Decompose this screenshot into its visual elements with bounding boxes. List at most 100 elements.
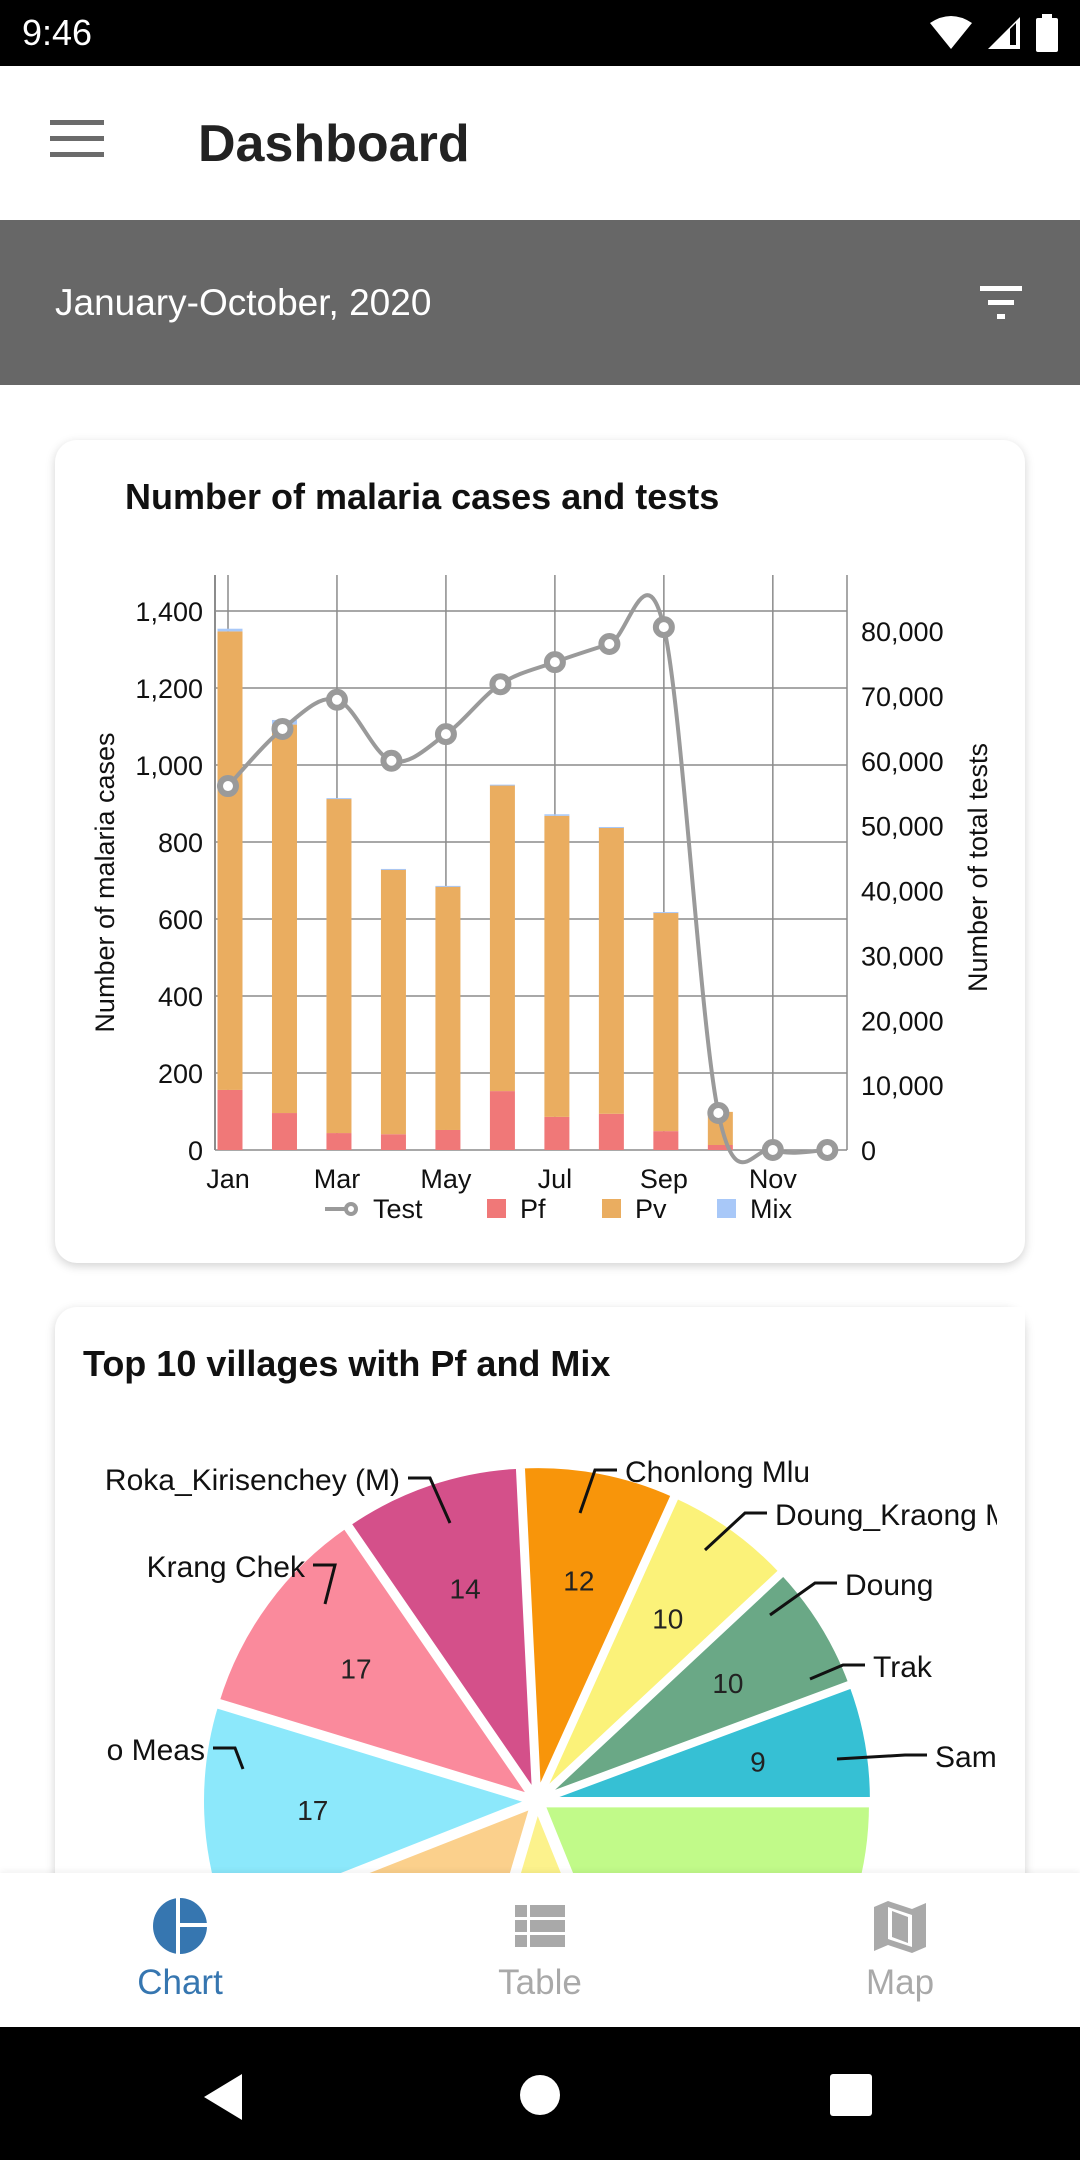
pie-slice-value: 10: [712, 1668, 743, 1699]
y-tick-label: 600: [158, 905, 203, 935]
y2-tick-label: 0: [861, 1136, 876, 1166]
test-point-may: [434, 723, 457, 746]
bar-pv-mar: [326, 798, 352, 1134]
bar-pv-aug: [598, 827, 624, 1114]
legend-pv-label: Pv: [635, 1194, 667, 1224]
cases-tests-chart: 0 200 400 600 800 1,000 1,200 1,400 0 10,000 20,00…: [90, 575, 993, 1224]
pie-slice-value: 17: [297, 1795, 328, 1826]
bar-pv-may: [435, 886, 461, 1130]
bar-pf-jan: [217, 1089, 243, 1150]
bar-pf-apr: [380, 1134, 406, 1150]
bar-mix-sep: [653, 912, 679, 914]
y2-tick-label: 70,000: [861, 682, 944, 712]
pie-slice-label: Roka_Kirisenchey (M): [105, 1464, 400, 1497]
nav-tab-table[interactable]: Table: [360, 1873, 720, 2027]
page-title: Dashboard: [198, 115, 470, 173]
y-tick-label: 200: [158, 1059, 203, 1089]
app-bar: Dashboard: [0, 66, 1080, 220]
top-villages-pie-chart: 9Samrac10Trak10Doung12Doung_Kraong M14Ch…: [105, 1307, 1025, 1907]
test-point-aug: [598, 632, 621, 655]
y2-axis-label: Number of total tests: [963, 743, 993, 992]
y2-tick-label: 50,000: [861, 812, 944, 842]
bar-mix-jun: [489, 784, 515, 786]
wifi-icon: [930, 16, 972, 49]
battery-icon: [1036, 14, 1058, 52]
x-tick-label: Mar: [314, 1164, 361, 1194]
status-icons: [930, 14, 1058, 52]
bar-pv-jun: [489, 785, 515, 1092]
test-point-jul: [543, 651, 566, 674]
bar-mix-may: [435, 885, 461, 887]
test-line: [226, 593, 828, 1165]
legend-test-marker: [344, 1202, 358, 1216]
y-tick-label: 1,000: [135, 751, 203, 781]
nav-label-chart: Chart: [137, 1963, 223, 2002]
home-icon[interactable]: [519, 2074, 561, 2116]
test-point-mar: [325, 688, 348, 711]
top-villages-card: Top 10 villages with Pf and Mix 9Samrac1…: [55, 1307, 1025, 1907]
x-tick-label: May: [420, 1164, 472, 1194]
system-navigation-bar: [0, 2027, 1080, 2160]
status-bar: 9:46: [0, 0, 1080, 66]
test-point-nov: [761, 1139, 784, 1161]
pie-slice-label: o Meas: [107, 1734, 205, 1767]
x-tick-label: Jul: [538, 1164, 573, 1194]
test-point-oct: [707, 1102, 730, 1125]
legend-mix-label: Mix: [750, 1194, 792, 1224]
legend-pv-swatch: [602, 1199, 621, 1218]
y2-tick-label: 20,000: [861, 1006, 944, 1036]
y-tick-label: 800: [158, 828, 203, 858]
y2-tick-label: 80,000: [861, 617, 944, 647]
y-axis-label: Number of malaria cases: [90, 732, 120, 1032]
x-tick-label: Jan: [206, 1164, 250, 1194]
bar-mix-mar: [326, 798, 352, 800]
cases-tests-card: Number of malaria cases and tests 0 200 40…: [55, 440, 1025, 1263]
y2-tick-label: 10,000: [861, 1071, 944, 1101]
card-edge: [997, 1307, 1025, 1907]
y-tick-label: 400: [158, 982, 203, 1012]
bar-pf-aug: [598, 1113, 624, 1150]
nav-tab-chart[interactable]: Chart: [0, 1873, 360, 2027]
test-point-jan: [217, 775, 239, 798]
pie-slice-label: Chonlong Mlu: [625, 1456, 810, 1489]
test-point-feb: [271, 717, 294, 740]
pie-slice-value: 17: [340, 1653, 371, 1684]
nav-label-map: Map: [865, 1963, 935, 2002]
pie-slice-value: 9: [750, 1746, 766, 1777]
bar-pf-jul: [544, 1116, 570, 1150]
x-tick-label: Nov: [749, 1164, 798, 1194]
bar-pv-apr: [380, 869, 406, 1135]
pie-chart-icon: [153, 1897, 208, 1955]
filter-icon[interactable]: [980, 286, 1022, 320]
status-time: 9:46: [22, 12, 93, 53]
pie-slice-value: 14: [450, 1573, 481, 1604]
legend-mix-swatch: [717, 1199, 736, 1218]
bar-pv-jul: [544, 815, 570, 1117]
pie-slice-label: Krang Chek: [147, 1551, 306, 1584]
back-icon[interactable]: [204, 2074, 246, 2120]
y-tick-label: 0: [188, 1136, 203, 1166]
bar-pf-sep: [653, 1131, 679, 1150]
bar-mix-apr: [380, 868, 406, 870]
pie-slice-label: Trak: [873, 1651, 933, 1684]
pie-slice-value: 10: [652, 1604, 683, 1635]
signal-icon: [988, 17, 1020, 49]
bar-pf-may: [435, 1129, 461, 1150]
y-tick-label: 1,400: [135, 597, 203, 627]
date-range-bar: January-October, 2020: [0, 220, 1080, 385]
map-icon: [874, 1901, 926, 1953]
bottom-navigation: Chart Table Map: [0, 1873, 1080, 2027]
bar-mix-jan: [217, 628, 243, 632]
legend-pf-swatch: [487, 1199, 506, 1218]
test-point-jun: [489, 673, 512, 696]
recents-icon[interactable]: [830, 2074, 872, 2116]
legend-pf-label: Pf: [520, 1194, 546, 1224]
x-tick-label: Sep: [640, 1164, 688, 1194]
bar-pv-jan: [217, 631, 243, 1090]
bar-mix-jul: [544, 814, 570, 816]
test-point-dec: [816, 1139, 839, 1161]
pie-slice-label: Doung_Kraong M: [775, 1499, 1010, 1532]
test-point-sep: [652, 616, 675, 639]
hamburger-menu-icon[interactable]: [50, 120, 104, 160]
nav-tab-map[interactable]: Map: [720, 1873, 1080, 2027]
